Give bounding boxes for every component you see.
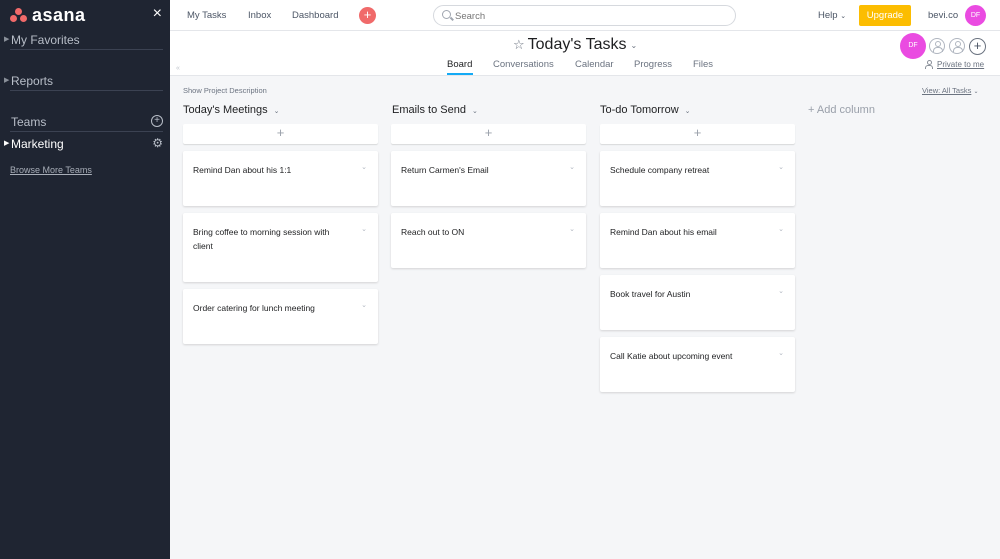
chevron-down-icon: ⌄ [684, 108, 691, 115]
column-title[interactable]: Emails to Send ⌄ [392, 104, 478, 116]
chevron-down-icon[interactable]: ⌄ [778, 287, 784, 295]
team-label: Marketing [11, 137, 64, 151]
column-title-label: Emails to Send [392, 104, 466, 116]
tab-conversations[interactable]: Conversations [493, 59, 554, 70]
divider [10, 49, 163, 50]
empty-member-icon[interactable] [929, 38, 945, 54]
logo-text: asana [32, 4, 86, 25]
quick-add-button[interactable]: + [359, 7, 376, 24]
task-name: Reach out to ON [401, 227, 465, 237]
add-team-icon[interactable]: + [151, 115, 163, 127]
person-icon [925, 60, 933, 69]
divider [10, 131, 163, 132]
divider [10, 90, 163, 91]
add-task-button[interactable]: + [391, 124, 586, 144]
avatar[interactable]: DF [965, 5, 986, 26]
add-column-button[interactable]: + Add column [808, 104, 875, 116]
column-title-label: Today's Meetings [183, 104, 268, 116]
caret-right-icon: ▶ [4, 140, 10, 147]
column-title[interactable]: To-do Tomorrow ⌄ [600, 104, 691, 116]
column-title-label: To-do Tomorrow [600, 104, 679, 116]
column-title[interactable]: Today's Meetings ⌄ [183, 104, 280, 116]
chevron-down-icon[interactable]: ⌄ [778, 349, 784, 357]
chevron-down-icon[interactable]: ⌄ [569, 163, 575, 171]
sidebar-item-marketing[interactable]: ▶ Marketing ⚙ [0, 136, 170, 151]
empty-member-icon[interactable] [949, 38, 965, 54]
task-card[interactable]: Call Katie about upcoming event ⌄ [600, 337, 795, 392]
chevron-down-icon[interactable]: ⌄ [778, 225, 784, 233]
chevron-down-icon[interactable]: ⌄ [361, 225, 367, 233]
add-member-button[interactable]: + [969, 38, 986, 55]
reports-label: Reports [11, 74, 54, 88]
view-filter[interactable]: View: All Tasks ⌄ [922, 86, 978, 95]
upgrade-button[interactable]: Upgrade [859, 5, 911, 26]
caret-right-icon: ▶ [4, 77, 10, 84]
top-navigation: My Tasks Inbox Dashboard + Help ⌄ Upgrad… [170, 0, 1000, 31]
caret-right-icon: ▶ [4, 36, 10, 43]
favorites-label: My Favorites [11, 33, 80, 47]
task-card[interactable]: Schedule company retreat ⌄ [600, 151, 795, 206]
help-menu[interactable]: Help ⌄ [818, 10, 846, 21]
task-name: Remind Dan about his email [610, 227, 717, 237]
search-icon [442, 10, 451, 19]
member-avatar[interactable]: DF [900, 33, 926, 59]
chevron-down-icon: ⌄ [973, 89, 979, 95]
sidebar-item-teams: Teams + [0, 115, 170, 129]
asana-logo-icon [10, 8, 28, 22]
task-card[interactable]: Reach out to ON ⌄ [391, 213, 586, 268]
chevron-down-icon[interactable]: ⌄ [630, 41, 637, 50]
task-name: Order catering for lunch meeting [193, 303, 315, 313]
task-name: Schedule company retreat [610, 165, 710, 175]
organization-name[interactable]: bevi.co [928, 10, 958, 21]
help-label: Help [818, 10, 838, 21]
project-header: ☆ Today's Tasks ⌄ Board Conversations Ca… [170, 31, 1000, 76]
tab-board[interactable]: Board [447, 59, 472, 70]
chevron-down-icon[interactable]: ⌄ [361, 163, 367, 171]
star-icon[interactable]: ☆ [513, 37, 525, 53]
task-name: Bring coffee to morning session with cli… [193, 227, 330, 251]
task-name: Remind Dan about his 1:1 [193, 165, 292, 175]
collapse-icon[interactable]: « [176, 65, 180, 72]
chevron-down-icon[interactable]: ⌄ [361, 301, 367, 309]
tab-progress[interactable]: Progress [634, 59, 672, 70]
task-card[interactable]: Bring coffee to morning session with cli… [183, 213, 378, 282]
task-card[interactable]: Return Carmen's Email ⌄ [391, 151, 586, 206]
task-card[interactable]: Remind Dan about his email ⌄ [600, 213, 795, 268]
active-tab-indicator [447, 73, 473, 75]
task-card[interactable]: Order catering for lunch meeting ⌄ [183, 289, 378, 344]
chevron-down-icon[interactable]: ⌄ [778, 163, 784, 171]
show-description-link[interactable]: Show Project Description [183, 86, 267, 95]
task-name: Call Katie about upcoming event [610, 351, 733, 361]
task-name: Book travel for Austin [610, 289, 691, 299]
logo[interactable]: asana [0, 0, 170, 30]
browse-more-teams-link[interactable]: Browse More Teams [10, 165, 92, 175]
task-card[interactable]: Book travel for Austin ⌄ [600, 275, 795, 330]
chevron-down-icon: ⌄ [273, 108, 280, 115]
chevron-down-icon[interactable]: ⌄ [569, 225, 575, 233]
project-title-row: ☆ Today's Tasks ⌄ [513, 36, 637, 54]
search-input[interactable] [455, 9, 725, 23]
chevron-down-icon: ⌄ [471, 108, 478, 115]
view-label: View: All Tasks [922, 86, 972, 95]
task-name: Return Carmen's Email [401, 165, 489, 175]
page-title[interactable]: Today's Tasks [528, 36, 627, 54]
nav-my-tasks[interactable]: My Tasks [187, 10, 226, 21]
nav-inbox[interactable]: Inbox [248, 10, 271, 21]
add-task-button[interactable]: + [600, 124, 795, 144]
search-bar[interactable] [433, 5, 736, 26]
privacy-setting[interactable]: Private to me [925, 60, 984, 69]
nav-dashboard[interactable]: Dashboard [292, 10, 338, 21]
gear-icon[interactable]: ⚙ [152, 136, 163, 150]
add-task-button[interactable]: + [183, 124, 378, 144]
chevron-down-icon: ⌄ [840, 13, 847, 20]
close-sidebar-icon[interactable]: × [153, 6, 162, 22]
sidebar: asana × ▶ My Favorites ▶ Reports Teams +… [0, 0, 170, 559]
tab-calendar[interactable]: Calendar [575, 59, 614, 70]
teams-label: Teams [11, 115, 47, 129]
task-card[interactable]: Remind Dan about his 1:1 ⌄ [183, 151, 378, 206]
sidebar-item-favorites[interactable]: ▶ My Favorites [0, 33, 170, 47]
privacy-label: Private to me [937, 60, 985, 69]
tab-files[interactable]: Files [693, 59, 713, 70]
sidebar-item-reports[interactable]: ▶ Reports [0, 74, 170, 88]
